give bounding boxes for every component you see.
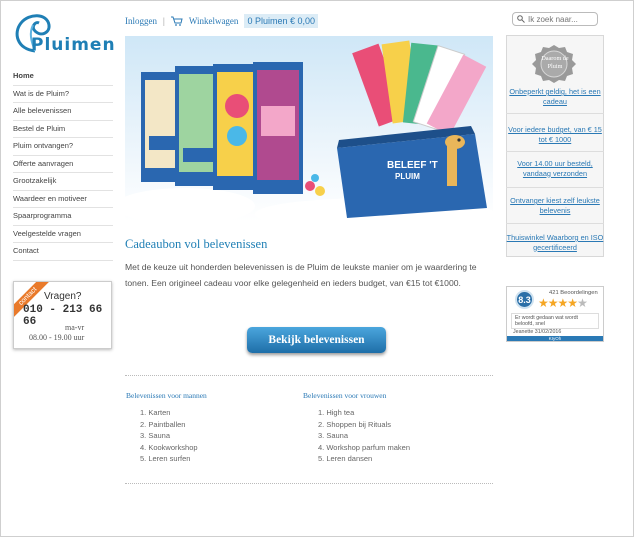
contact-question: Vragen? — [44, 291, 82, 302]
contact-hours: 08.00 - 19.00 uur — [29, 333, 85, 342]
list-item[interactable]: 2. Paintballen — [140, 419, 198, 431]
list-item[interactable]: 3. Sauna — [140, 430, 198, 442]
cart-link[interactable]: Winkelwagen — [189, 16, 239, 26]
rating-score: 8.3 — [515, 290, 534, 309]
top-separator: | — [163, 16, 165, 26]
men-list-title[interactable]: Belevenissen voor mannen — [126, 391, 207, 400]
page-frame: Pluimen Inloggen | Winkelwagen 0 Pluimen… — [0, 0, 634, 537]
star-icon: ★ — [547, 296, 559, 310]
star-icon: ★ — [567, 296, 578, 310]
nav-item-offerte[interactable]: Offerte aanvragen — [13, 156, 113, 173]
usp-link[interactable]: Thuiswinkel Waarborg en ISO gecertificee… — [506, 233, 604, 252]
nav-item-bestel[interactable]: Bestel de Pluim — [13, 121, 113, 138]
nav-item-contact[interactable]: Contact — [13, 243, 113, 261]
women-list: 1. High tea 2. Shoppen bij Rituals 3. Sa… — [318, 407, 410, 465]
nav-item-alle-belevenissen[interactable]: Alle belevenissen — [13, 103, 113, 121]
list-item[interactable]: 2. Shoppen bij Rituals — [318, 419, 410, 431]
intro-text: Met de keuze uit honderden belevenissen … — [125, 262, 477, 288]
star-icon: ★ — [557, 296, 569, 310]
usp-divider — [506, 223, 604, 224]
review-quote: Er wordt gedaan wat wordt beloofd, snel — [511, 313, 599, 329]
hero-box-text-1: BELEEF 'T — [387, 160, 438, 171]
main-nav: Home Wat is de Pluim? Alle belevenissen … — [13, 68, 113, 261]
logo-text: Pluimen — [31, 35, 116, 55]
men-list: 1. Karten 2. Paintballen 3. Sauna 4. Koo… — [140, 407, 198, 465]
women-list-title[interactable]: Belevenissen voor vrouwen — [303, 391, 386, 400]
usp-divider — [506, 113, 604, 114]
star-rating: ★★★★★ — [538, 296, 588, 310]
login-link[interactable]: Inloggen — [125, 16, 157, 26]
nav-item-home[interactable]: Home — [13, 68, 113, 86]
search-box[interactable] — [512, 12, 598, 26]
cart-summary[interactable]: 0 Pluimen € 0,00 — [244, 14, 318, 28]
list-item[interactable]: 5. Leren surfen — [140, 453, 198, 465]
top-bar: Inloggen | Winkelwagen 0 Pluimen € 0,00 — [125, 14, 318, 28]
nav-item-waardeer[interactable]: Waardeer en motiveer — [13, 191, 113, 208]
list-item[interactable]: 4. Workshop parfum maken — [318, 442, 410, 454]
contact-days: ma-vr — [65, 323, 85, 332]
list-item[interactable]: 4. Kookworkshop — [140, 442, 198, 454]
list-item[interactable]: 1. Karten — [140, 407, 198, 419]
list-item[interactable]: 5. Leren dansen — [318, 453, 410, 465]
usp-divider — [506, 151, 604, 152]
seal-text: Daarom de Pluim — [541, 55, 569, 70]
star-icon: ★ — [538, 296, 549, 310]
kiyoh-rating-widget[interactable]: 8.3 421 Beoordelingen ★★★★★ Er wordt ged… — [506, 286, 604, 342]
nav-item-spaarprogramma[interactable]: Spaarprogramma — [13, 208, 113, 226]
usp-link[interactable]: Voor iedere budget, van € 15 tot € 1000 — [506, 125, 604, 144]
nav-item-pluim-ontvangen[interactable]: Pluim ontvangen? — [13, 138, 113, 156]
divider-top — [125, 375, 493, 376]
divider-bottom — [125, 483, 493, 484]
hero-box-text-2: PLUIM — [395, 172, 420, 181]
view-experiences-button[interactable]: Bekijk belevenissen — [247, 327, 386, 353]
list-item[interactable]: 1. High tea — [318, 407, 410, 419]
hero-illustration: BELEEF 'T PLUIM — [125, 40, 493, 221]
hero-banner[interactable]: BELEEF 'T PLUIM — [125, 36, 493, 221]
list-item[interactable]: 3. Sauna — [318, 430, 410, 442]
nav-item-faq[interactable]: Veelgestelde vragen — [13, 226, 113, 243]
gift-box-4 — [253, 62, 303, 194]
page-title: Cadeaubon vol belevenissen — [125, 237, 268, 251]
usp-link[interactable]: Onbeperkt geldig, het is een cadeau — [506, 87, 604, 106]
kiyoh-brand: KIyOh — [507, 336, 603, 341]
contact-box[interactable]: contact Vragen? 010 - 213 66 66 ma-vr 08… — [13, 281, 112, 349]
cart-icon[interactable] — [170, 16, 183, 26]
usp-divider — [506, 187, 604, 188]
search-input[interactable] — [528, 14, 592, 24]
nav-item-grootzakelijk[interactable]: Grootzakelijk — [13, 173, 113, 191]
usp-link[interactable]: Ontvanger kiest zelf leukste belevenis — [506, 196, 604, 215]
review-author: Jeanette 31/02/2016 — [513, 329, 562, 335]
ticket-fan — [352, 40, 487, 136]
search-icon — [517, 15, 525, 23]
nav-item-wat-is-de-pluim[interactable]: Wat is de Pluim? — [13, 86, 113, 103]
usp-link[interactable]: Voor 14.00 uur besteld, vandaag verzonde… — [506, 159, 604, 178]
star-icon: ★ — [577, 296, 588, 310]
